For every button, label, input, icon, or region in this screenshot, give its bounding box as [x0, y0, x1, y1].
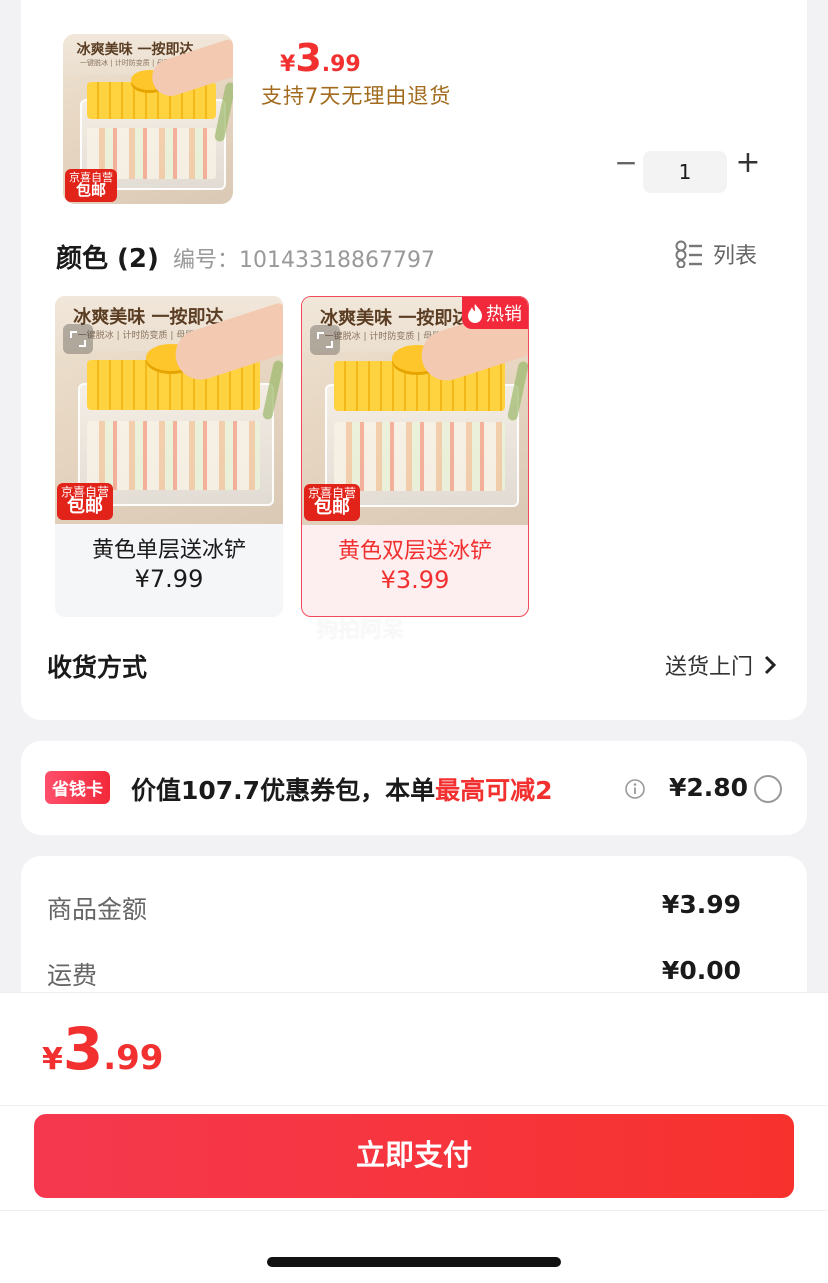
coupon-select-radio[interactable]	[754, 775, 782, 803]
quantity-input[interactable]: 1	[643, 151, 727, 193]
self-operated-badge: 京喜自营 包邮	[304, 483, 361, 521]
self-operated-badge: 京喜自营 包邮	[57, 482, 114, 520]
option-image: 冰爽美味 一按即达 一键脱冰 | 计时防变质 | 母婴材质 京喜自营 包邮	[55, 296, 283, 524]
product-code: 编号：10143318867797	[173, 248, 435, 273]
divider	[0, 1105, 828, 1106]
option-image: 冰爽美味 一按即达 一键脱冰 | 计时防变质 | 母婴材质 京喜自营 包邮	[302, 297, 528, 525]
option-price: ¥3.99	[380, 566, 450, 594]
color-option-single-layer[interactable]: 冰爽美味 一按即达 一键脱冰 | 计时防变质 | 母婴材质 京喜自营 包邮 黄色…	[55, 296, 283, 617]
list-view-toggle[interactable]: 列表	[675, 238, 757, 270]
pay-now-button[interactable]: 立即支付	[34, 1114, 794, 1198]
chevron-right-icon	[764, 655, 777, 675]
summary-row-shipping: 运费 ¥0.00	[47, 956, 741, 990]
expand-icon[interactable]	[310, 325, 340, 355]
list-label: 列表	[713, 244, 758, 269]
list-icon	[675, 240, 702, 268]
checkout-bar: ¥3.99 立即支付	[0, 992, 828, 1283]
quantity-increase-button[interactable]: +	[732, 148, 764, 180]
color-section-title: 颜色 (2)	[56, 244, 159, 274]
watermark: 狗拍阿呆	[316, 618, 405, 643]
flame-icon	[468, 304, 482, 323]
product-price: ¥3.99	[280, 36, 361, 80]
delivery-method-value: 送货上门	[664, 655, 753, 680]
self-operated-badge: 京喜自营 包邮	[65, 168, 117, 202]
option-price: ¥7.99	[134, 565, 204, 593]
quantity-decrease-button[interactable]: −	[611, 149, 641, 180]
color-option-double-layer[interactable]: 冰爽美味 一按即达 一键脱冰 | 计时防变质 | 母婴材质 京喜自营 包邮 热销	[301, 296, 529, 617]
option-name: 黄色双层送冰铲	[337, 539, 492, 564]
home-indicator[interactable]	[267, 1257, 561, 1267]
expand-icon[interactable]	[63, 324, 93, 354]
coupon-amount: ¥2.80	[669, 773, 749, 802]
save-card-badge: 省钱卡	[45, 771, 110, 804]
product-thumbnail[interactable]: 冰爽美味 一按即达 一键脱冰 | 计时防变质 | 母婴材质 京喜自营 包邮	[63, 34, 233, 204]
option-name: 黄色单层送冰铲	[91, 538, 246, 563]
hot-sale-tag: 热销	[462, 297, 528, 329]
coupon-card: 省钱卡 价值107.7优惠券包，本单最高可减2 ¥2.80	[21, 741, 807, 835]
delivery-method-label: 收货方式	[47, 653, 148, 682]
product-card: 冰爽美味 一按即达 一键脱冰 | 计时防变质 | 母婴材质 京喜自营 包邮 ¥3…	[21, 0, 807, 720]
coupon-description: 价值107.7优惠券包，本单最高可减2	[131, 776, 553, 805]
summary-row-goods: 商品金额 ¥3.99	[47, 890, 741, 924]
info-icon[interactable]	[624, 778, 646, 800]
return-policy: 支持7天无理由退货	[261, 84, 452, 108]
delivery-method-selector[interactable]: 送货上门	[665, 649, 777, 681]
divider	[0, 1210, 828, 1211]
total-price: ¥3.99	[42, 1015, 164, 1083]
